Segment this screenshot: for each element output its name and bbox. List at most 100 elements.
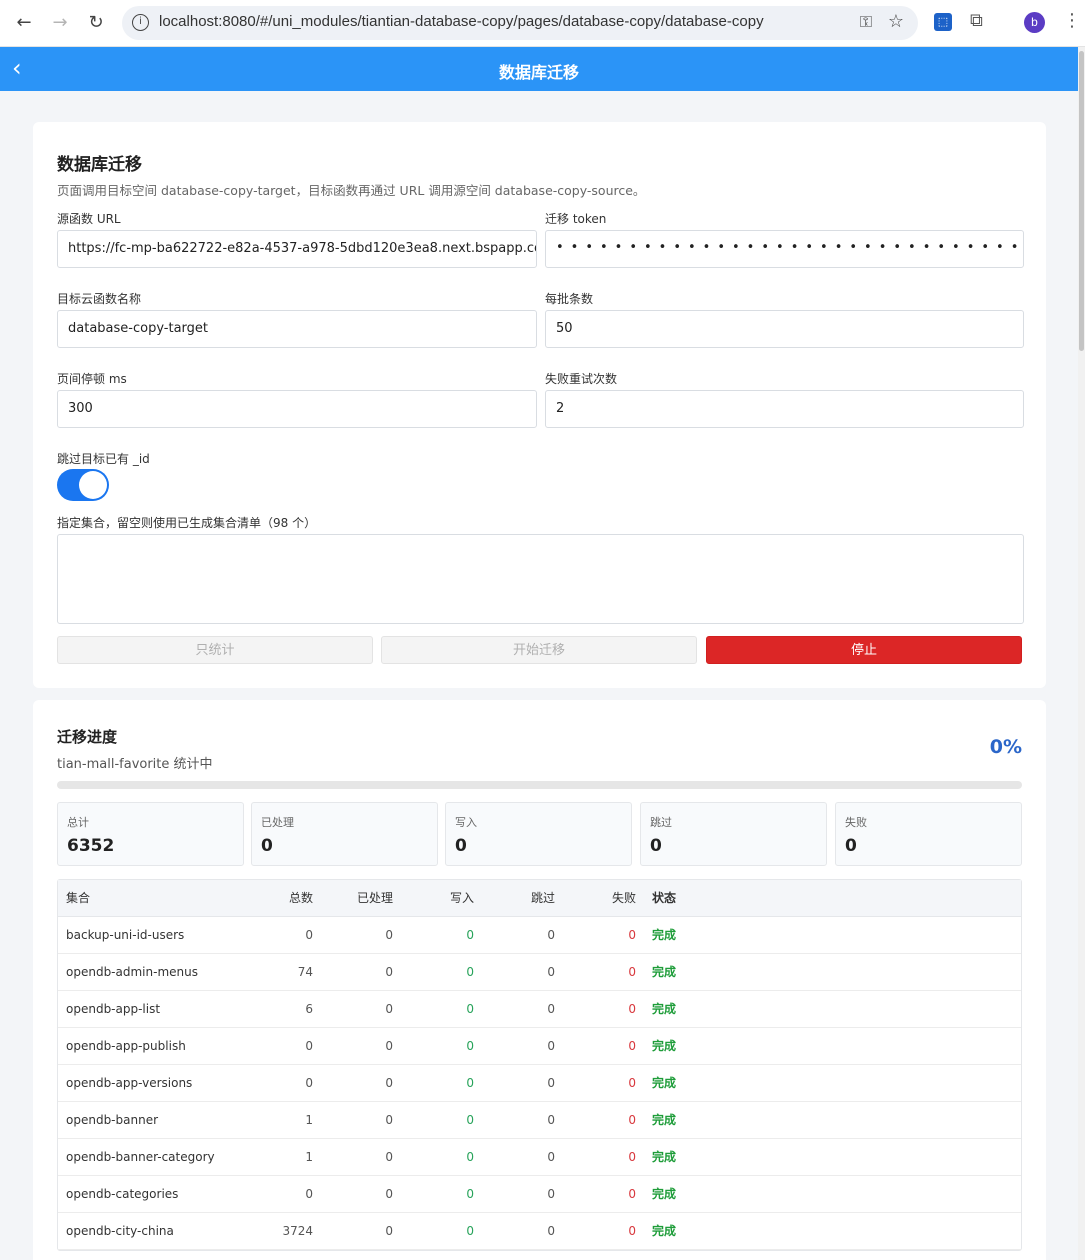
cell-failed: 0 xyxy=(628,1224,636,1238)
scrollbar-thumb[interactable] xyxy=(1079,51,1084,351)
cell-status: 完成 xyxy=(652,1150,677,1164)
col-written: 写入 xyxy=(449,891,474,905)
cell-total: 0 xyxy=(305,928,313,942)
cell-processed: 0 xyxy=(385,1187,393,1201)
col-status: 状态 xyxy=(652,891,677,905)
skip-existing-label: 跳过目标已有 _id xyxy=(57,452,150,466)
stat-label: 失败 xyxy=(845,816,867,829)
stop-button[interactable]: 停止 xyxy=(706,636,1022,664)
table-row: opendb-admin-menus 74 0 0 0 0 完成 xyxy=(58,954,1021,991)
back-arrow-icon[interactable]: ← xyxy=(11,10,37,36)
collections-label: 指定集合，留空则使用已生成集合清单（98 个） xyxy=(57,516,317,530)
table-row: backup-uni-id-users 0 0 0 0 0 完成 xyxy=(58,917,1021,954)
count-only-button[interactable]: 只统计 xyxy=(57,636,373,664)
config-description: 页面调用目标空间 database-copy-target，目标函数再通过 UR… xyxy=(57,183,646,198)
browser-toolbar: ← → ↻ i localhost:8080/#/uni_modules/tia… xyxy=(0,0,1085,47)
cell-written: 0 xyxy=(466,1076,474,1090)
bookmark-star-icon[interactable]: ☆ xyxy=(888,11,904,32)
cell-skipped: 0 xyxy=(547,1039,555,1053)
target-function-input[interactable]: database-copy-target xyxy=(57,310,537,348)
start-migration-button[interactable]: 开始迁移 xyxy=(381,636,697,664)
page-pause-label: 页间停顿 ms xyxy=(57,372,127,386)
token-label: 迁移 token xyxy=(545,212,607,226)
cell-failed: 0 xyxy=(628,965,636,979)
stat-label: 跳过 xyxy=(650,816,672,829)
stat-value: 0 xyxy=(455,836,467,856)
progress-bar xyxy=(57,781,1022,789)
profile-avatar[interactable]: b xyxy=(1024,12,1045,33)
cell-written: 0 xyxy=(466,1113,474,1127)
stat-total: 总计 6352 xyxy=(57,802,244,866)
config-title: 数据库迁移 xyxy=(57,155,142,175)
site-info-icon[interactable]: i xyxy=(132,14,149,31)
cell-failed: 0 xyxy=(628,1113,636,1127)
cell-collection-name: opendb-admin-menus xyxy=(66,965,198,979)
cell-processed: 0 xyxy=(385,928,393,942)
stat-label: 总计 xyxy=(67,816,89,829)
cell-skipped: 0 xyxy=(547,1187,555,1201)
table-row: opendb-categories 0 0 0 0 0 完成 xyxy=(58,1176,1021,1213)
collections-textarea[interactable] xyxy=(57,534,1024,624)
forward-arrow-icon[interactable]: → xyxy=(47,10,73,36)
progress-percent: 0% xyxy=(989,736,1022,758)
stat-value: 0 xyxy=(845,836,857,856)
cell-status: 完成 xyxy=(652,928,677,942)
address-bar[interactable]: i localhost:8080/#/uni_modules/tiantian-… xyxy=(122,6,918,40)
cell-skipped: 0 xyxy=(547,1224,555,1238)
page-scrollbar[interactable] xyxy=(1078,47,1085,1260)
cell-skipped: 0 xyxy=(547,965,555,979)
cell-total: 0 xyxy=(305,1039,313,1053)
cell-skipped: 0 xyxy=(547,928,555,942)
col-skipped: 跳过 xyxy=(530,891,555,905)
cell-collection-name: opendb-banner xyxy=(66,1113,159,1127)
cell-processed: 0 xyxy=(385,965,393,979)
col-failed: 失败 xyxy=(611,891,636,905)
cell-collection-name: backup-uni-id-users xyxy=(66,928,185,942)
key-icon[interactable]: ⚿ xyxy=(860,12,872,32)
batch-size-input[interactable]: 50 xyxy=(545,310,1024,348)
navbar-title: 数据库迁移 xyxy=(498,63,579,82)
stat-value: 6352 xyxy=(67,836,115,856)
target-function-label: 目标云函数名称 xyxy=(57,292,142,306)
token-input[interactable]: •••••••••••••••••••••••••••••••••••• xyxy=(545,230,1024,268)
stat-label: 写入 xyxy=(455,816,477,829)
source-url-label: 源函数 URL xyxy=(57,212,121,226)
cell-total: 1 xyxy=(305,1113,313,1127)
cell-failed: 0 xyxy=(628,1076,636,1090)
page-pause-input[interactable]: 300 xyxy=(57,390,537,428)
cell-written: 0 xyxy=(466,965,474,979)
retry-count-label: 失败重试次数 xyxy=(545,372,618,386)
cell-failed: 0 xyxy=(628,1187,636,1201)
cell-failed: 0 xyxy=(628,1002,636,1016)
col-total: 总数 xyxy=(288,891,313,905)
col-processed: 已处理 xyxy=(356,891,393,905)
toggle-knob xyxy=(79,471,107,499)
cell-status: 完成 xyxy=(652,1113,677,1127)
cell-total: 1 xyxy=(305,1150,313,1164)
cell-total: 3724 xyxy=(282,1224,313,1238)
stat-skipped: 跳过 0 xyxy=(640,802,827,866)
cell-skipped: 0 xyxy=(547,1076,555,1090)
cell-skipped: 0 xyxy=(547,1002,555,1016)
table-row: opendb-app-publish 0 0 0 0 0 完成 xyxy=(58,1028,1021,1065)
source-url-input[interactable]: https://fc-mp-ba622722-e82a-4537-a978-5d… xyxy=(57,230,537,268)
extension-badge-icon[interactable]: ⬚ xyxy=(934,13,952,31)
cell-total: 6 xyxy=(305,1002,313,1016)
reload-icon[interactable]: ↻ xyxy=(83,10,109,36)
skip-existing-toggle[interactable] xyxy=(57,469,109,501)
cell-failed: 0 xyxy=(628,1150,636,1164)
cell-status: 完成 xyxy=(652,1187,677,1201)
table-row: opendb-app-list 6 0 0 0 0 完成 xyxy=(58,991,1021,1028)
extensions-puzzle-icon[interactable]: ⧉ xyxy=(970,10,983,31)
migration-progress-card: 迁移进度 0% tian-mall-favorite 统计中 总计 6352 已… xyxy=(33,700,1046,1260)
retry-count-input[interactable]: 2 xyxy=(545,390,1024,428)
cell-written: 0 xyxy=(466,1002,474,1016)
stat-label: 已处理 xyxy=(261,816,294,829)
stat-value: 0 xyxy=(261,836,273,856)
table-row: opendb-app-versions 0 0 0 0 0 完成 xyxy=(58,1065,1021,1102)
table-row: opendb-banner 1 0 0 0 0 完成 xyxy=(58,1102,1021,1139)
cell-skipped: 0 xyxy=(547,1150,555,1164)
address-url[interactable]: localhost:8080/#/uni_modules/tiantian-da… xyxy=(159,13,764,30)
stat-processed: 已处理 0 xyxy=(251,802,438,866)
browser-menu-icon[interactable]: ⋮ xyxy=(1063,10,1081,31)
